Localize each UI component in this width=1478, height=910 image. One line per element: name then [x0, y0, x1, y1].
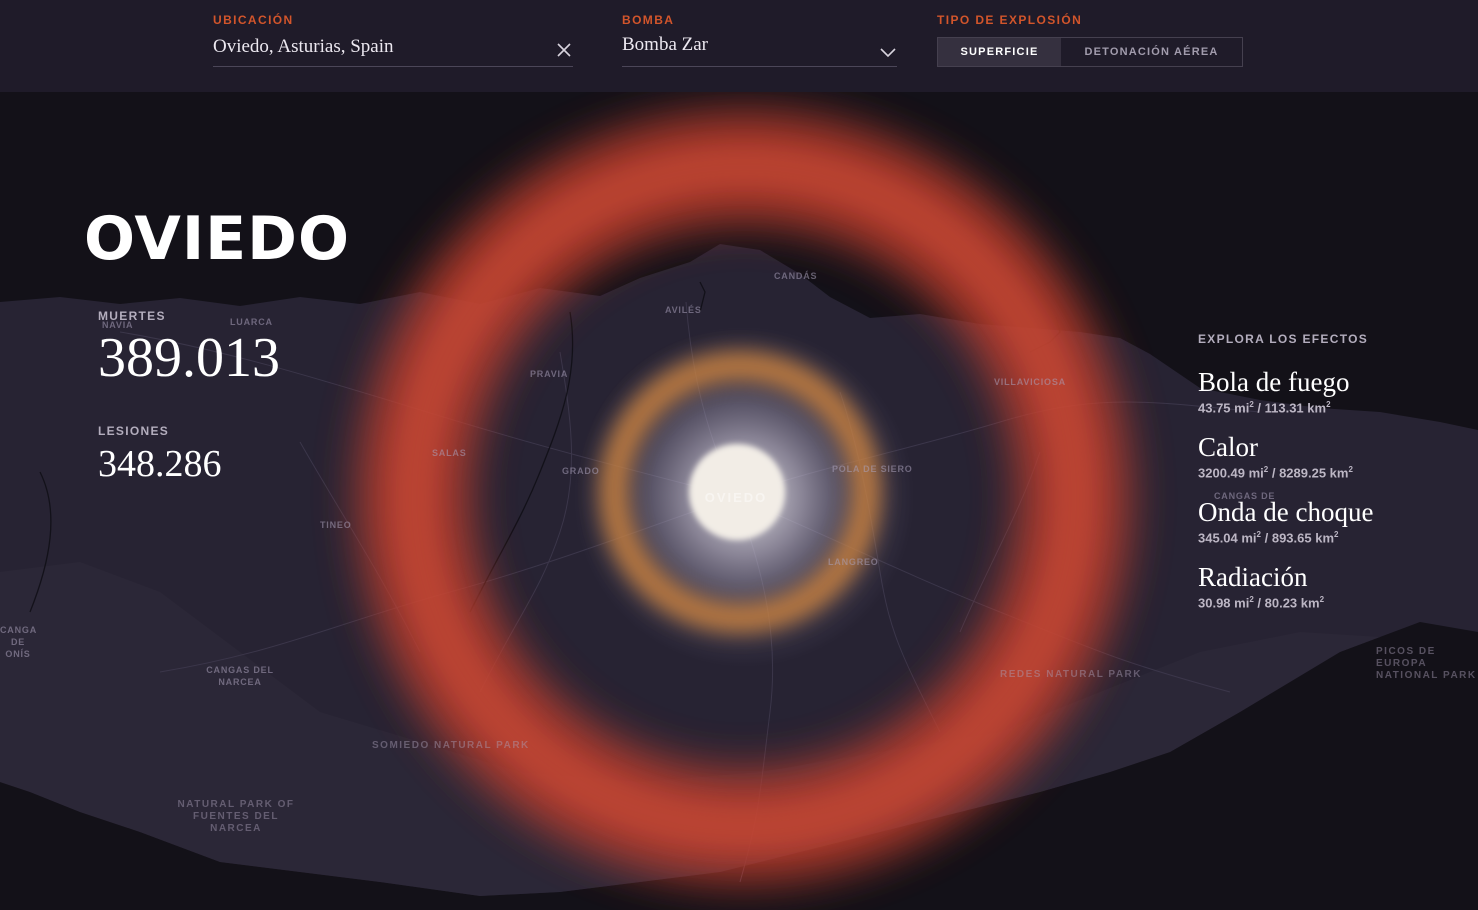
map-label-picos-de-europa: PICOS DE EUROPA NATIONAL PARK — [1376, 646, 1477, 681]
location-label: UBICACIÓN — [213, 13, 294, 27]
location-value[interactable]: Oviedo, Asturias, Spain — [213, 36, 394, 58]
map-label-villaviciosa: VILLAVICIOSA — [994, 377, 1066, 387]
effect-name[interactable]: Bola de fuego — [1198, 367, 1349, 397]
injuries-value: 348.286 — [98, 443, 222, 485]
airburst-option-button[interactable]: DETONACIÓN AÉREA — [1061, 38, 1242, 66]
map-label-cangas-del-narcea: CANGAS DEL NARCEA — [206, 665, 274, 687]
map-label-pravia: PRAVIA — [530, 369, 569, 379]
chevron-down-icon[interactable] — [879, 44, 897, 62]
ground-zero-label: OVIEDO — [704, 490, 768, 505]
bomb-select[interactable]: Bomba Zar — [622, 32, 897, 67]
effects-heading: EXPLORA LOS EFECTOS — [1198, 332, 1369, 346]
effect-name[interactable]: Calor — [1198, 432, 1353, 462]
map-label-langreo: LANGREO — [828, 557, 879, 567]
map-label-candas: CANDÁS — [774, 271, 818, 281]
effect-radiation[interactable]: Radiación 30.98 mi2 / 80.23 km2 — [1198, 562, 1324, 611]
location-input[interactable]: Oviedo, Asturias, Spain — [213, 32, 573, 67]
effect-area: 30.98 mi2 / 80.23 km2 — [1198, 595, 1325, 611]
bomb-value[interactable]: Bomba Zar — [622, 34, 708, 56]
effect-shockwave[interactable]: Onda de choque 345.04 mi2 / 893.65 km2 — [1198, 497, 1373, 546]
effect-heat[interactable]: Calor 3200.49 mi2 / 8289.25 km2 — [1198, 432, 1353, 481]
surface-option-button[interactable]: SUPERFICIE — [938, 38, 1061, 66]
map-label-pola-de-siero: POLA DE SIERO — [832, 464, 913, 474]
bomb-label: BOMBA — [622, 13, 675, 27]
map-label-fuentes-del-narcea: NATURAL PARK OF FUENTES DEL NARCEA — [177, 799, 295, 834]
controls-bar: UBICACIÓN Oviedo, Asturias, Spain BOMBA … — [0, 0, 1478, 92]
map-label-aviles: AVILÉS — [665, 305, 702, 315]
map-label-redes: REDES NATURAL PARK — [1000, 669, 1143, 680]
deaths-label: MUERTES — [98, 309, 166, 323]
map-label-grado: GRADO — [562, 466, 600, 476]
effect-fireball[interactable]: Bola de fuego 43.75 mi2 / 113.31 km2 — [1198, 367, 1349, 416]
deaths-value: 389.013 — [98, 327, 280, 389]
effect-area: 3200.49 mi2 / 8289.25 km2 — [1198, 465, 1353, 481]
effect-name[interactable]: Onda de choque — [1198, 497, 1373, 527]
map-label-cangas-de-onis: CANGAS DE ONÍS — [0, 625, 36, 659]
city-title: OVIEDO — [84, 204, 350, 274]
effect-area: 43.75 mi2 / 113.31 km2 — [1198, 400, 1331, 416]
map-label-salas: SALAS — [432, 448, 467, 458]
effect-area: 345.04 mi2 / 893.65 km2 — [1198, 530, 1339, 546]
explosion-type-toggle: SUPERFICIE DETONACIÓN AÉREA — [937, 37, 1243, 67]
injuries-label: LESIONES — [98, 424, 170, 438]
map-label-somiedo: SOMIEDO NATURAL PARK — [372, 740, 530, 751]
explosion-type-label: TIPO DE EXPLOSIÓN — [937, 13, 1083, 27]
effect-name[interactable]: Radiación — [1198, 562, 1324, 592]
close-icon[interactable] — [555, 41, 573, 59]
map-label-tineo: TINEO — [320, 520, 352, 530]
